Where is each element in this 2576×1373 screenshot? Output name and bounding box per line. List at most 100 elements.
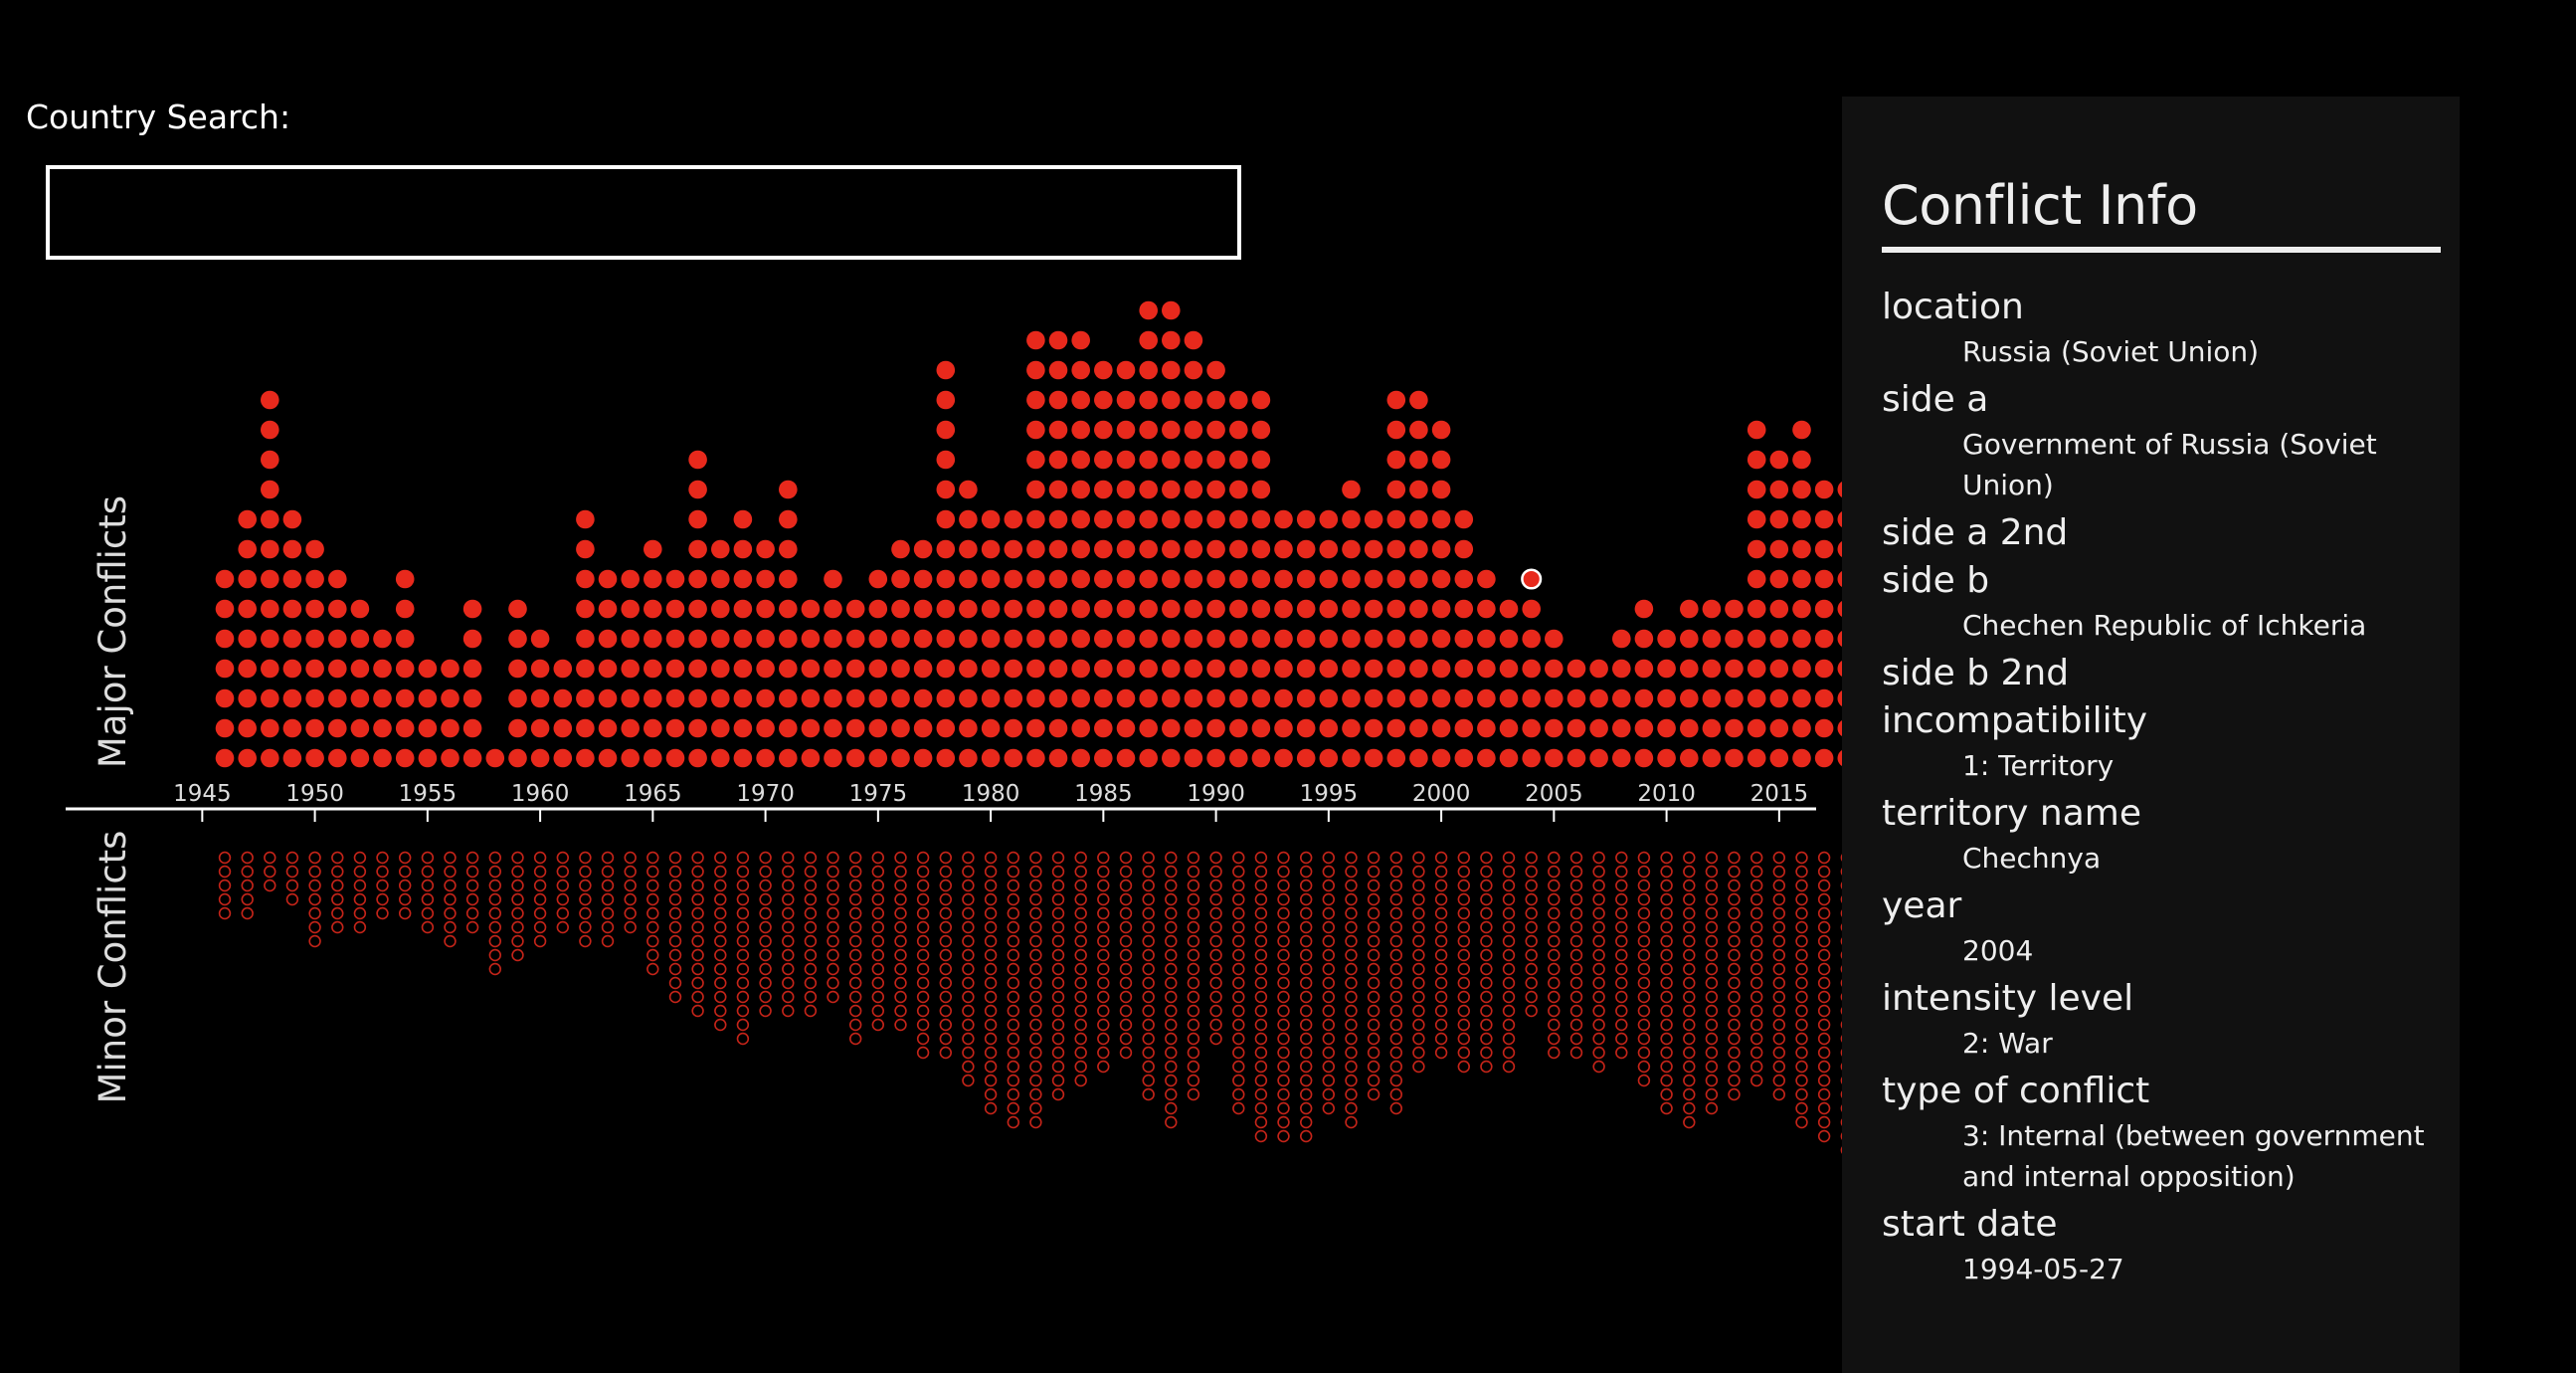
minor-conflict-dot[interactable] bbox=[1817, 1060, 1831, 1074]
minor-conflict-dot[interactable] bbox=[782, 892, 795, 906]
major-conflict-dot[interactable] bbox=[1612, 629, 1631, 649]
minor-conflict-dot[interactable] bbox=[1457, 934, 1471, 948]
minor-conflict-dot[interactable] bbox=[241, 906, 254, 920]
major-conflict-dot[interactable] bbox=[801, 659, 821, 679]
minor-conflict-dot[interactable] bbox=[1232, 1004, 1245, 1018]
minor-conflict-dot[interactable] bbox=[1074, 1046, 1087, 1060]
minor-conflict-dot[interactable] bbox=[1592, 892, 1605, 906]
minor-conflict-dot[interactable] bbox=[1615, 851, 1628, 865]
minor-conflict-dot[interactable] bbox=[646, 934, 659, 948]
minor-conflict-dot[interactable] bbox=[1434, 920, 1448, 934]
minor-conflict-dot[interactable] bbox=[939, 934, 952, 948]
major-conflict-dot[interactable] bbox=[891, 539, 910, 559]
major-conflict-dot[interactable] bbox=[779, 718, 798, 738]
major-conflict-dot[interactable] bbox=[711, 748, 730, 768]
minor-conflict-dot[interactable] bbox=[714, 1004, 727, 1018]
minor-conflict-dot[interactable] bbox=[1254, 948, 1268, 962]
minor-conflict-dot[interactable] bbox=[1254, 1060, 1268, 1074]
major-conflict-dot[interactable] bbox=[1342, 718, 1361, 738]
minor-conflict-dot[interactable] bbox=[421, 851, 435, 865]
minor-conflict-dot[interactable] bbox=[1772, 976, 1786, 990]
major-conflict-dot[interactable] bbox=[1814, 599, 1834, 619]
minor-conflict-dot[interactable] bbox=[1525, 976, 1538, 990]
minor-conflict-dot[interactable] bbox=[1683, 1087, 1696, 1101]
minor-conflict-dot[interactable] bbox=[1051, 990, 1065, 1004]
major-conflict-dot[interactable] bbox=[959, 688, 978, 708]
major-conflict-dot[interactable] bbox=[1026, 450, 1045, 470]
minor-conflict-dot[interactable] bbox=[782, 948, 795, 962]
minor-conflict-dot[interactable] bbox=[1817, 1032, 1831, 1046]
minor-conflict-dot[interactable] bbox=[1592, 906, 1605, 920]
major-conflict-dot[interactable] bbox=[1792, 688, 1811, 708]
major-conflict-dot[interactable] bbox=[1454, 688, 1474, 708]
minor-conflict-dot[interactable] bbox=[1637, 1046, 1651, 1060]
minor-conflict-dot[interactable] bbox=[353, 920, 367, 934]
major-conflict-dot[interactable] bbox=[1747, 569, 1766, 589]
minor-conflict-dot[interactable] bbox=[1007, 1074, 1019, 1087]
minor-conflict-dot[interactable] bbox=[1322, 934, 1336, 948]
minor-conflict-dot[interactable] bbox=[1029, 934, 1042, 948]
minor-conflict-dot[interactable] bbox=[1007, 976, 1019, 990]
minor-conflict-dot[interactable] bbox=[1502, 990, 1516, 1004]
major-conflict-dot[interactable] bbox=[1477, 629, 1496, 649]
minor-conflict-dot[interactable] bbox=[1817, 934, 1831, 948]
minor-conflict-dot[interactable] bbox=[691, 851, 704, 865]
minor-conflict-dot[interactable] bbox=[1728, 1060, 1741, 1074]
minor-conflict-dot[interactable] bbox=[1569, 1032, 1583, 1046]
minor-conflict-dot[interactable] bbox=[1232, 1060, 1245, 1074]
minor-conflict-dot[interactable] bbox=[1254, 1129, 1268, 1143]
major-conflict-dot[interactable] bbox=[1184, 569, 1203, 589]
major-conflict-dot[interactable] bbox=[282, 539, 302, 559]
minor-conflict-dot[interactable] bbox=[1367, 865, 1380, 879]
major-conflict-dot[interactable] bbox=[1545, 629, 1564, 649]
major-conflict-dot[interactable] bbox=[868, 569, 888, 589]
major-conflict-dot[interactable] bbox=[1566, 688, 1586, 708]
minor-conflict-dot[interactable] bbox=[1457, 1032, 1471, 1046]
minor-conflict-dot[interactable] bbox=[1119, 948, 1133, 962]
major-conflict-dot[interactable] bbox=[801, 748, 821, 768]
minor-conflict-dot[interactable] bbox=[871, 976, 884, 990]
minor-conflict-dot[interactable] bbox=[916, 906, 930, 920]
major-conflict-dot[interactable] bbox=[1116, 420, 1136, 440]
major-conflict-dot[interactable] bbox=[238, 569, 257, 589]
minor-conflict-dot[interactable] bbox=[533, 879, 547, 892]
major-conflict-dot[interactable] bbox=[936, 629, 956, 649]
major-conflict-dot[interactable] bbox=[1229, 688, 1248, 708]
minor-conflict-dot[interactable] bbox=[668, 976, 682, 990]
minor-conflict-dot[interactable] bbox=[1705, 976, 1719, 990]
minor-conflict-dot[interactable] bbox=[1277, 920, 1290, 934]
minor-conflict-dot[interactable] bbox=[1367, 906, 1380, 920]
minor-conflict-dot[interactable] bbox=[1637, 976, 1651, 990]
major-conflict-dot[interactable] bbox=[282, 688, 302, 708]
major-conflict-dot[interactable] bbox=[1274, 688, 1293, 708]
minor-conflict-dot[interactable] bbox=[579, 906, 592, 920]
major-conflict-dot[interactable] bbox=[1071, 718, 1090, 738]
major-conflict-dot[interactable] bbox=[824, 688, 842, 708]
major-conflict-dot[interactable] bbox=[1094, 688, 1113, 708]
major-conflict-dot[interactable] bbox=[261, 748, 279, 768]
minor-conflict-dot[interactable] bbox=[1728, 962, 1741, 976]
minor-conflict-dot[interactable] bbox=[1142, 1074, 1155, 1087]
major-conflict-dot[interactable] bbox=[1409, 629, 1428, 649]
major-conflict-dot[interactable] bbox=[1274, 629, 1293, 649]
minor-conflict-dot[interactable] bbox=[1480, 976, 1493, 990]
minor-conflict-dot[interactable] bbox=[1637, 948, 1651, 962]
minor-conflict-dot[interactable] bbox=[1051, 879, 1065, 892]
major-conflict-dot[interactable] bbox=[644, 629, 662, 649]
minor-conflict-dot[interactable] bbox=[1502, 865, 1516, 879]
minor-conflict-dot[interactable] bbox=[1772, 892, 1786, 906]
minor-conflict-dot[interactable] bbox=[1074, 851, 1087, 865]
major-conflict-dot[interactable] bbox=[1431, 629, 1451, 649]
minor-conflict-dot[interactable] bbox=[579, 934, 592, 948]
minor-conflict-dot[interactable] bbox=[1480, 1004, 1493, 1018]
major-conflict-dot[interactable] bbox=[418, 659, 438, 679]
minor-conflict-dot[interactable] bbox=[939, 892, 952, 906]
major-conflict-dot[interactable] bbox=[1206, 539, 1225, 559]
minor-conflict-dot[interactable] bbox=[759, 865, 772, 879]
minor-conflict-dot[interactable] bbox=[1142, 976, 1155, 990]
major-conflict-dot[interactable] bbox=[1184, 509, 1203, 529]
minor-conflict-dot[interactable] bbox=[1051, 1004, 1065, 1018]
minor-conflict-dot[interactable] bbox=[1254, 1032, 1268, 1046]
minor-conflict-dot[interactable] bbox=[1277, 1129, 1290, 1143]
minor-conflict-dot[interactable] bbox=[714, 920, 727, 934]
